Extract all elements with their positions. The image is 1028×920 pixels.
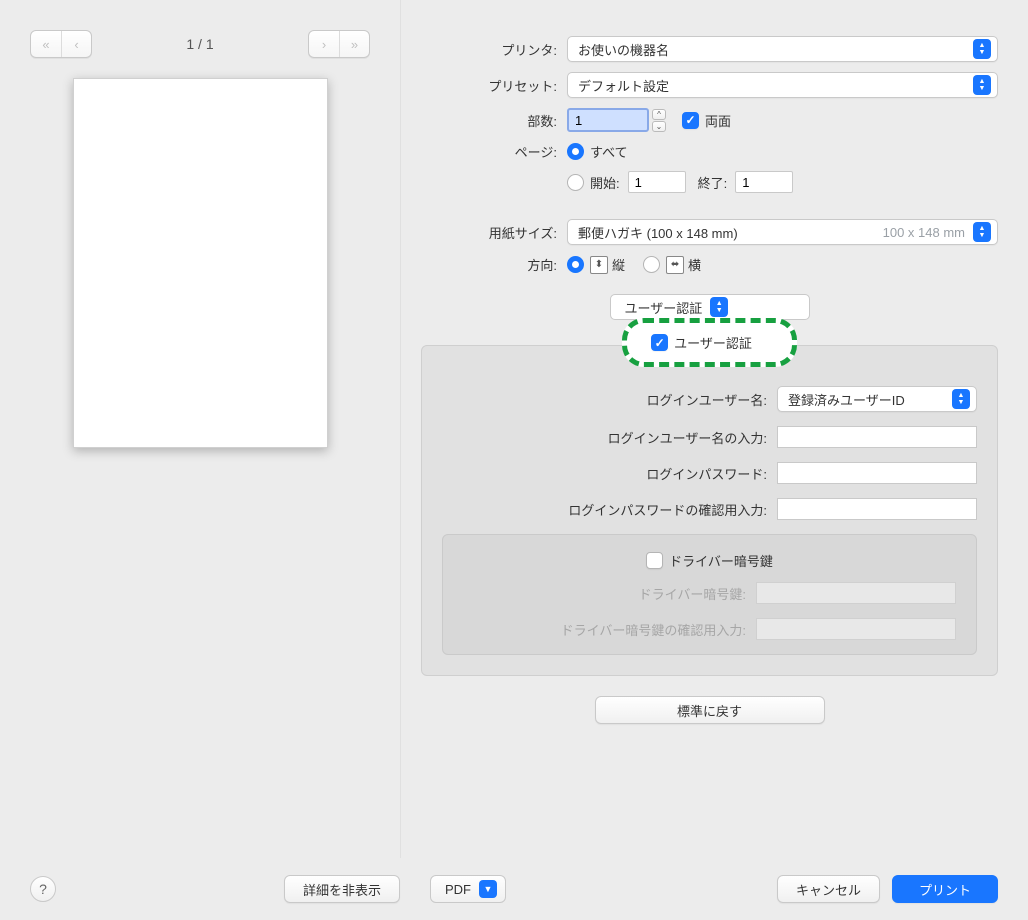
updown-icon: ▲▼	[952, 389, 970, 409]
login-user-label: ログインユーザー名:	[442, 390, 777, 409]
paper-size-select[interactable]: 郵便ハガキ (100 x 148 mm) 100 x 148 mm ▲▼	[567, 219, 998, 245]
print-button[interactable]: プリント	[892, 875, 998, 903]
login-password-confirm-input[interactable]	[777, 498, 977, 520]
driver-key-confirm-label: ドライバー暗号鍵の確認用入力:	[463, 620, 756, 639]
pages-range-radio[interactable]	[567, 174, 584, 191]
updown-icon: ▲▼	[973, 39, 991, 59]
section-select[interactable]: ユーザー認証 ▲▼	[610, 294, 810, 320]
updown-icon: ▲▼	[710, 297, 728, 317]
updown-icon: ▲▼	[973, 222, 991, 242]
printer-select[interactable]: お使いの機器名 ▲▼	[567, 36, 998, 62]
pages-from-label: 開始:	[590, 173, 620, 192]
copies-input[interactable]	[567, 108, 649, 132]
preview-prev-group[interactable]: « ‹	[30, 30, 92, 58]
footer: ? 詳細を非表示 PDF ▼ キャンセル プリント	[0, 858, 1028, 920]
cancel-button[interactable]: キャンセル	[777, 875, 880, 903]
page-indicator: 1 / 1	[186, 36, 213, 52]
pages-to-label: 終了:	[698, 173, 728, 192]
printer-label: プリンタ:	[421, 40, 567, 59]
login-password-input[interactable]	[777, 462, 977, 484]
pages-from-input[interactable]	[628, 171, 686, 193]
preset-select[interactable]: デフォルト設定 ▲▼	[567, 72, 998, 98]
copies-down[interactable]: ⌄	[652, 121, 666, 132]
user-auth-checkbox[interactable]: ✓	[651, 334, 668, 351]
copies-stepper[interactable]: ^ ⌄	[567, 108, 666, 132]
next-page-button[interactable]: ›	[309, 31, 339, 57]
login-user-input-label: ログインユーザー名の入力:	[442, 428, 777, 447]
login-user-input[interactable]	[777, 426, 977, 448]
orientation-portrait-label: 縦	[612, 255, 625, 274]
driver-key-label: ドライバー暗号鍵:	[463, 584, 756, 603]
settings-pane: プリンタ: お使いの機器名 ▲▼ プリセット: デフォルト設定 ▲▼ 部数:	[400, 0, 1028, 858]
driver-key-checkbox-label: ドライバー暗号鍵	[669, 551, 773, 570]
auth-details-box: ログインユーザー名: 登録済みユーザーID ▲▼ ログインユーザー名の入力: ロ…	[421, 345, 998, 676]
paper-size-label: 用紙サイズ:	[421, 223, 567, 242]
orientation-label: 方向:	[421, 255, 567, 274]
driver-key-checkbox[interactable]	[646, 552, 663, 569]
two-sided-label: 両面	[705, 111, 731, 130]
user-auth-label: ユーザー認証	[674, 333, 752, 352]
portrait-icon: ⬍	[590, 256, 608, 274]
login-password-label: ログインパスワード:	[442, 464, 777, 483]
orientation-landscape-label: 横	[688, 255, 701, 274]
preview-next-group[interactable]: › »	[308, 30, 370, 58]
help-button[interactable]: ?	[30, 876, 56, 902]
copies-up[interactable]: ^	[652, 109, 666, 120]
pages-all-label: すべて	[590, 142, 628, 161]
preset-label: プリセット:	[421, 76, 567, 95]
preview-pane: « ‹ 1 / 1 › »	[0, 0, 400, 858]
orientation-landscape-radio[interactable]	[643, 256, 660, 273]
page-preview	[73, 78, 328, 448]
driver-key-confirm-input	[756, 618, 956, 640]
first-page-button[interactable]: «	[31, 31, 61, 57]
two-sided-checkbox[interactable]: ✓	[682, 112, 699, 129]
user-auth-highlight: ✓ ユーザー認証	[622, 318, 797, 367]
login-user-select[interactable]: 登録済みユーザーID ▲▼	[777, 386, 977, 412]
landscape-icon: ⬌	[666, 256, 684, 274]
driver-key-box: ドライバー暗号鍵 ドライバー暗号鍵: ドライバー暗号鍵の確認用入力:	[442, 534, 977, 655]
pdf-menu-button[interactable]: PDF ▼	[430, 875, 506, 903]
updown-icon: ▲▼	[973, 75, 991, 95]
login-password-confirm-label: ログインパスワードの確認用入力:	[442, 500, 777, 519]
prev-page-button[interactable]: ‹	[61, 31, 91, 57]
chevron-down-icon: ▼	[479, 880, 497, 898]
reset-button[interactable]: 標準に戻す	[595, 696, 825, 724]
copies-label: 部数:	[421, 111, 567, 130]
hide-details-button[interactable]: 詳細を非表示	[284, 875, 400, 903]
pages-all-radio[interactable]	[567, 143, 584, 160]
last-page-button[interactable]: »	[339, 31, 369, 57]
driver-key-input	[756, 582, 956, 604]
pages-label: ページ:	[421, 142, 567, 161]
orientation-portrait-radio[interactable]	[567, 256, 584, 273]
pages-to-input[interactable]	[735, 171, 793, 193]
